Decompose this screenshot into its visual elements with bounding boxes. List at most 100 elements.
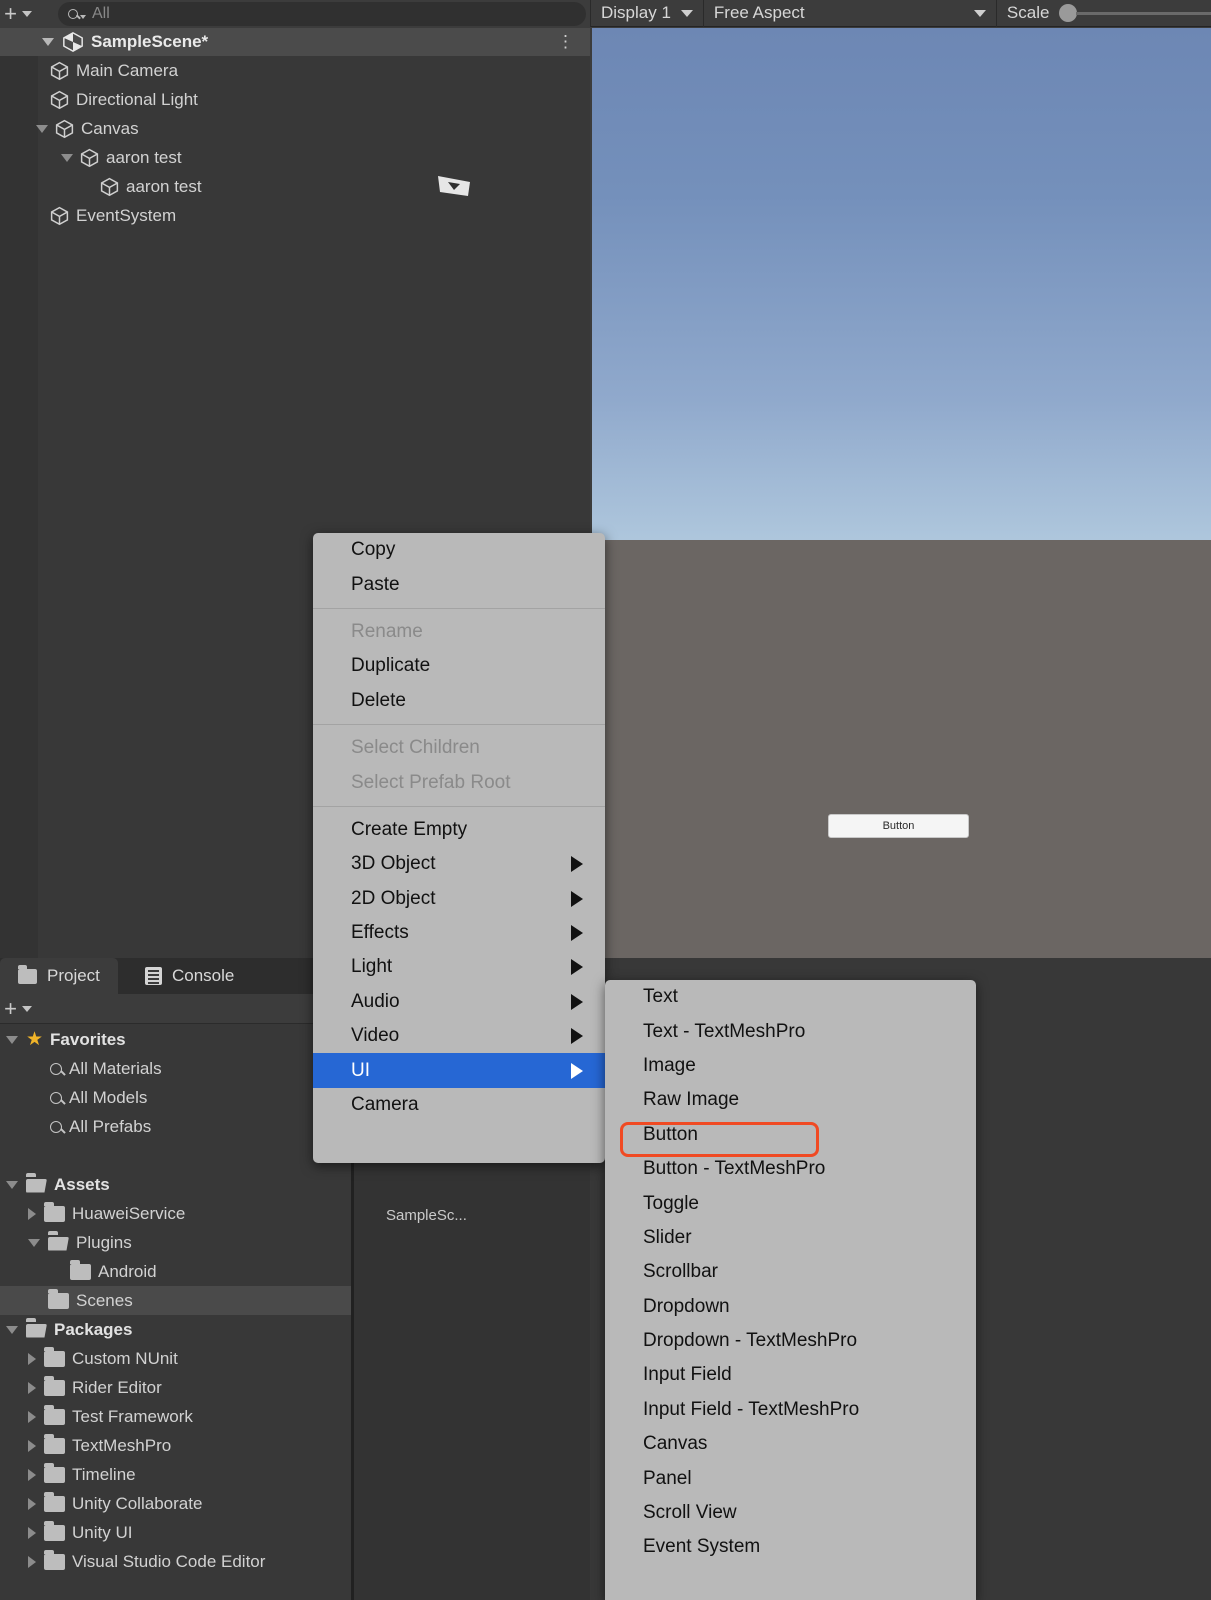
ui-submenu-item[interactable]: Raw Image (605, 1083, 976, 1117)
ui-submenu-item-label: Raw Image (643, 1089, 740, 1111)
ui-submenu-item[interactable]: Text - TextMeshPro (605, 1014, 976, 1048)
scale-slider-handle[interactable] (1059, 4, 1078, 22)
ui-submenu-item[interactable]: Scroll View (605, 1496, 976, 1530)
context-menu-item[interactable]: UI (313, 1053, 605, 1088)
hierarchy-item[interactable]: aaron test (0, 143, 590, 172)
ui-submenu-item[interactable]: Toggle (605, 1186, 976, 1220)
hierarchy-search-input[interactable]: All (58, 2, 586, 26)
project-tree-spacer (0, 1141, 351, 1170)
project-tree-item[interactable]: Visual Studio Code Editor (0, 1547, 351, 1576)
project-tree-item[interactable]: Plugins (0, 1228, 351, 1257)
project-tree-item[interactable]: Custom NUnit (0, 1344, 351, 1373)
chevron-down-icon[interactable] (6, 1325, 18, 1334)
hierarchy-item[interactable]: Directional Light (0, 85, 590, 114)
project-tree-item[interactable]: ★ Favorites (0, 1025, 351, 1054)
project-tree-item[interactable]: TextMeshPro (0, 1431, 351, 1460)
scene-overflow-menu-icon[interactable]: ⋮ (557, 33, 574, 51)
context-menu-item-label: Copy (351, 539, 396, 561)
context-menu-item[interactable]: Create Empty (313, 813, 605, 847)
chevron-right-icon[interactable] (28, 1381, 36, 1394)
context-menu-item[interactable]: Video (313, 1019, 605, 1053)
hierarchy-item[interactable]: Main Camera (0, 56, 590, 85)
ui-submenu-item-label: Button - TextMeshPro (643, 1158, 826, 1180)
chevron-right-icon[interactable] (28, 1352, 36, 1365)
hierarchy-item[interactable]: aaron test (0, 172, 590, 201)
context-menu-item[interactable]: Paste (313, 567, 605, 601)
project-tree-item[interactable]: Timeline (0, 1460, 351, 1489)
context-menu-item[interactable]: 3D Object (313, 847, 605, 881)
folder-open-icon (26, 1172, 47, 1193)
folder-icon (44, 1375, 65, 1396)
ui-submenu-item[interactable]: Button (605, 1118, 976, 1152)
aspect-dropdown[interactable]: Free Aspect (704, 0, 996, 27)
project-tree-item[interactable]: All Models (0, 1083, 351, 1112)
project-tree-item[interactable]: Unity Collaborate (0, 1489, 351, 1518)
folder-icon (44, 1433, 65, 1454)
create-object-button[interactable]: + (0, 1, 34, 27)
scene-asset-thumbnail[interactable] (418, 162, 490, 234)
chevron-down-icon[interactable] (6, 1180, 18, 1189)
ui-submenu-item[interactable]: Canvas (605, 1427, 976, 1461)
submenu-arrow-icon (571, 1062, 583, 1079)
context-menu-item[interactable]: 2D Object (313, 882, 605, 916)
ui-submenu[interactable]: Text Text - TextMeshPro Image Raw Image Butt… (605, 980, 976, 1600)
context-menu-item[interactable]: Copy (313, 533, 605, 567)
ui-submenu-item[interactable]: Dropdown - TextMeshPro (605, 1324, 976, 1358)
ui-submenu-item[interactable]: Input Field (605, 1358, 976, 1392)
ui-submenu-item[interactable]: Event System (605, 1530, 976, 1564)
project-create-button[interactable]: + (0, 996, 34, 1022)
project-tree-item[interactable]: All Prefabs (0, 1112, 351, 1141)
hierarchy-item[interactable]: Canvas (0, 114, 590, 143)
ui-submenu-item[interactable]: Panel (605, 1461, 976, 1495)
context-menu-item[interactable]: Effects (313, 916, 605, 950)
context-menu[interactable]: Copy Paste Rename Duplicate Delete Select Chi… (313, 533, 605, 1163)
context-menu-item[interactable]: Duplicate (313, 649, 605, 683)
chevron-down-icon[interactable] (6, 1035, 18, 1044)
project-tree-item[interactable]: Unity UI (0, 1518, 351, 1547)
ui-submenu-item[interactable]: Button - TextMeshPro (605, 1152, 976, 1186)
ui-submenu-item[interactable]: Image (605, 1049, 976, 1083)
chevron-down-icon[interactable] (36, 124, 48, 133)
tab-console[interactable]: Console (127, 958, 252, 994)
context-menu-item-label: Rename (351, 620, 423, 642)
project-tree-item[interactable]: Scenes (0, 1286, 351, 1315)
project-tree-item[interactable]: Test Framework (0, 1402, 351, 1431)
project-tree-item[interactable]: Assets (0, 1170, 351, 1199)
ui-submenu-item[interactable]: Dropdown (605, 1290, 976, 1324)
project-tree-item[interactable]: Packages (0, 1315, 351, 1344)
chevron-down-icon[interactable] (61, 153, 73, 162)
chevron-right-icon[interactable] (28, 1468, 36, 1481)
chevron-right-icon[interactable] (28, 1207, 36, 1220)
chevron-right-icon[interactable] (28, 1555, 36, 1568)
game-ui-button[interactable]: Button (828, 814, 969, 838)
gameobject-cube-icon (50, 61, 69, 81)
project-tree-item[interactable]: HuaweiService (0, 1199, 351, 1228)
ui-submenu-item[interactable]: Scrollbar (605, 1255, 976, 1289)
chevron-down-icon[interactable] (28, 1238, 40, 1247)
display-dropdown-label: Display 1 (601, 3, 671, 22)
project-tree-item[interactable]: All Materials (0, 1054, 351, 1083)
ui-submenu-item[interactable]: Input Field - TextMeshPro (605, 1393, 976, 1427)
chevron-right-icon[interactable] (28, 1497, 36, 1510)
chevron-right-icon[interactable] (28, 1526, 36, 1539)
project-tree-item[interactable]: Rider Editor (0, 1373, 351, 1402)
context-menu-item[interactable]: Audio (313, 985, 605, 1019)
hierarchy-scene-row[interactable]: SampleScene* ⋮ (0, 28, 590, 56)
display-dropdown[interactable]: Display 1 (591, 0, 703, 27)
project-tree-item-label: Rider Editor (72, 1377, 162, 1397)
chevron-right-icon[interactable] (28, 1439, 36, 1452)
ui-submenu-item[interactable]: Slider (605, 1221, 976, 1255)
ui-submenu-item-label: Dropdown (643, 1295, 730, 1317)
ui-submenu-item[interactable]: Text (605, 980, 976, 1014)
chevron-down-icon[interactable] (42, 38, 54, 46)
scale-slider[interactable]: Scale (997, 0, 1211, 27)
hierarchy-item[interactable]: EventSystem (0, 201, 590, 230)
context-menu-item[interactable]: Delete (313, 684, 605, 718)
scale-slider-track[interactable] (1076, 11, 1211, 15)
project-tree-item[interactable]: Android (0, 1257, 351, 1286)
chevron-right-icon[interactable] (28, 1410, 36, 1423)
tab-project[interactable]: Project (0, 958, 118, 994)
context-menu-item-label: Paste (351, 573, 400, 595)
context-menu-item[interactable]: Light (313, 950, 605, 984)
context-menu-item[interactable]: Camera (313, 1088, 605, 1122)
